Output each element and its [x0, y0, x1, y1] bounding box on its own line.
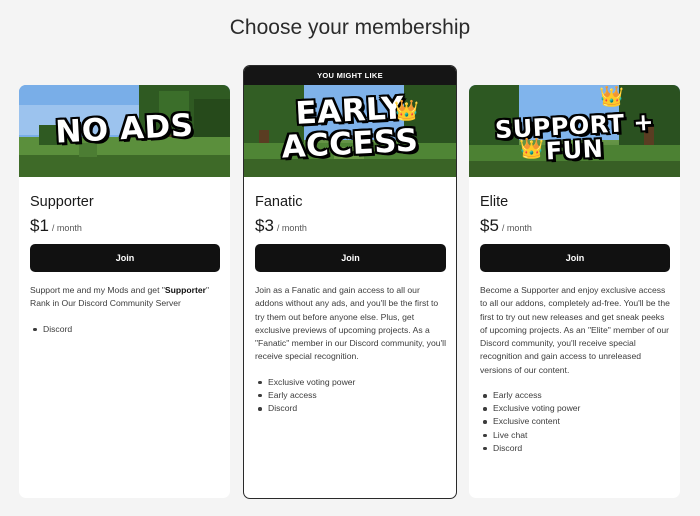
tier-card-fanatic: YOU MIGHT LIKE EARLY ACCESS 👑 Fanatic $3…	[243, 65, 457, 499]
tier-price: $3	[255, 216, 274, 235]
tier-period: / month	[51, 223, 82, 233]
tier-card-elite: SUPPORT + FUN 👑 👑 Elite $5 / month Join …	[469, 85, 680, 498]
tier-price: $1	[30, 216, 49, 235]
tier-banner-image: NO ADS	[19, 85, 230, 177]
tier-name: Supporter	[30, 194, 94, 210]
perk-item: Discord	[480, 442, 670, 455]
tier-description: Support me and my Mods and get "Supporte…	[30, 285, 210, 309]
tier-description: Join as a Fanatic and gain access to all…	[255, 285, 446, 362]
perk-list: Exclusive voting power Early access Disc…	[255, 376, 446, 416]
join-button-supporter[interactable]: Join	[30, 244, 220, 272]
join-button-fanatic[interactable]: Join	[255, 244, 446, 272]
page-title: Choose your membership	[229, 16, 471, 39]
tier-name: Elite	[480, 194, 509, 210]
tier-period: / month	[276, 223, 307, 233]
tier-banner-image: SUPPORT + FUN 👑 👑	[469, 85, 680, 177]
tier-description: Become a Supporter and enjoy exclusive a…	[480, 285, 670, 375]
perk-item: Exclusive voting power	[255, 376, 446, 389]
join-button-elite[interactable]: Join	[480, 244, 670, 272]
crown-icon: 👑	[599, 86, 624, 108]
recommended-ribbon: YOU MIGHT LIKE	[244, 66, 456, 85]
perk-item: Early access	[255, 389, 446, 402]
perk-item: Exclusive voting power	[480, 402, 670, 415]
crown-icon: 👑	[519, 138, 544, 160]
perk-item: Exclusive content	[480, 415, 670, 428]
tier-price: $5	[480, 216, 499, 235]
tier-name: Fanatic	[255, 194, 303, 210]
perk-item: Discord	[255, 402, 446, 415]
tier-card-supporter: NO ADS Supporter $1 / month Join Support…	[19, 85, 230, 498]
perk-item: Discord	[30, 323, 220, 336]
perk-list: Early access Exclusive voting power Excl…	[480, 389, 670, 455]
crown-icon: 👑	[394, 100, 419, 122]
tier-banner-image: EARLY ACCESS 👑	[244, 85, 456, 177]
tier-period: / month	[501, 223, 532, 233]
perk-item: Early access	[480, 389, 670, 402]
perk-list: Discord	[30, 323, 220, 336]
perk-item: Live chat	[480, 429, 670, 442]
